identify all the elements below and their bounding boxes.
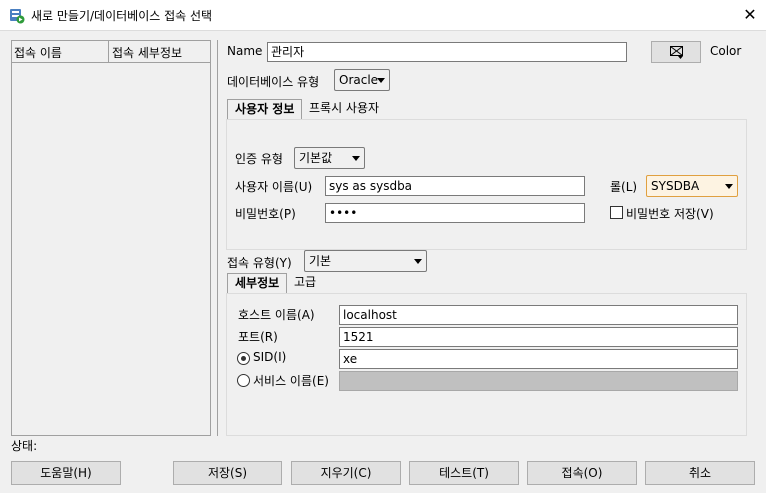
service-name-label: 서비스 이름(E) bbox=[253, 374, 329, 388]
cancel-button[interactable]: 취소 bbox=[645, 461, 755, 485]
help-button[interactable]: 도움말(H) bbox=[11, 461, 121, 485]
database-type-value: Oracle bbox=[339, 73, 379, 87]
color-label: Color bbox=[710, 44, 742, 58]
username-input[interactable]: sys as sysdba bbox=[325, 176, 585, 196]
column-divider[interactable] bbox=[108, 41, 109, 62]
connect-button[interactable]: 접속(O) bbox=[527, 461, 637, 485]
chevron-down-icon bbox=[414, 259, 422, 264]
role-select[interactable]: SYSDBA bbox=[646, 175, 738, 197]
database-type-select[interactable]: Oracle bbox=[334, 69, 390, 91]
color-button[interactable] bbox=[651, 41, 701, 63]
save-password-label: 비밀번호 저장(V) bbox=[626, 207, 714, 221]
tab-proxy-user[interactable]: 프록시 사용자 bbox=[302, 99, 386, 120]
database-type-label: 데이터베이스 유형 bbox=[227, 75, 320, 89]
color-picker-icon bbox=[670, 46, 684, 62]
service-name-radio[interactable] bbox=[237, 374, 250, 387]
role-label: 롤(L) bbox=[610, 180, 638, 194]
connection-type-value: 기본 bbox=[309, 254, 332, 268]
app-icon bbox=[9, 8, 25, 24]
chevron-down-icon bbox=[377, 78, 385, 83]
window-title: 새로 만들기/데이터베이스 접속 선택 bbox=[31, 9, 213, 23]
auth-type-value: 기본값 bbox=[299, 151, 333, 165]
tab-details[interactable]: 세부정보 bbox=[227, 273, 288, 294]
chevron-down-icon bbox=[725, 184, 733, 189]
role-value: SYSDBA bbox=[651, 179, 700, 193]
column-connection-details[interactable]: 접속 세부정보 bbox=[112, 44, 182, 61]
save-password-checkbox[interactable] bbox=[610, 206, 623, 219]
test-button[interactable]: 테스트(T) bbox=[409, 461, 519, 485]
auth-type-label: 인증 유형 bbox=[235, 152, 283, 166]
radio-selected-dot bbox=[241, 356, 246, 361]
pane-splitter[interactable] bbox=[217, 40, 218, 436]
column-connection-name[interactable]: 접속 이름 bbox=[14, 44, 62, 61]
status-label: 상태: bbox=[11, 439, 38, 453]
host-label: 호스트 이름(A) bbox=[238, 308, 315, 322]
tab-advanced[interactable]: 고급 bbox=[287, 273, 323, 294]
save-button[interactable]: 저장(S) bbox=[173, 461, 282, 485]
sid-label: SID(I) bbox=[253, 350, 287, 364]
sid-radio[interactable] bbox=[237, 352, 250, 365]
chevron-down-icon bbox=[352, 156, 360, 161]
connection-list[interactable]: 접속 이름 접속 세부정보 bbox=[11, 40, 211, 436]
tab-user-info[interactable]: 사용자 정보 bbox=[227, 99, 303, 120]
name-label: Name bbox=[227, 44, 263, 58]
connection-type-select[interactable]: 기본 bbox=[304, 250, 427, 272]
auth-type-select[interactable]: 기본값 bbox=[294, 147, 365, 169]
username-label: 사용자 이름(U) bbox=[235, 180, 313, 194]
sid-input[interactable]: xe bbox=[339, 349, 738, 369]
connection-list-header: 접속 이름 접속 세부정보 bbox=[12, 41, 210, 63]
port-input[interactable]: 1521 bbox=[339, 327, 738, 347]
port-label: 포트(R) bbox=[238, 330, 278, 344]
name-input[interactable]: 관리자 bbox=[267, 42, 627, 62]
clear-button[interactable]: 지우기(C) bbox=[291, 461, 401, 485]
password-input[interactable]: •••• bbox=[325, 203, 585, 223]
password-label: 비밀번호(P) bbox=[235, 207, 296, 221]
connection-type-label: 접속 유형(Y) bbox=[227, 256, 292, 270]
close-icon[interactable]: ✕ bbox=[738, 3, 762, 27]
host-input[interactable]: localhost bbox=[339, 305, 738, 325]
service-name-input bbox=[339, 371, 738, 391]
